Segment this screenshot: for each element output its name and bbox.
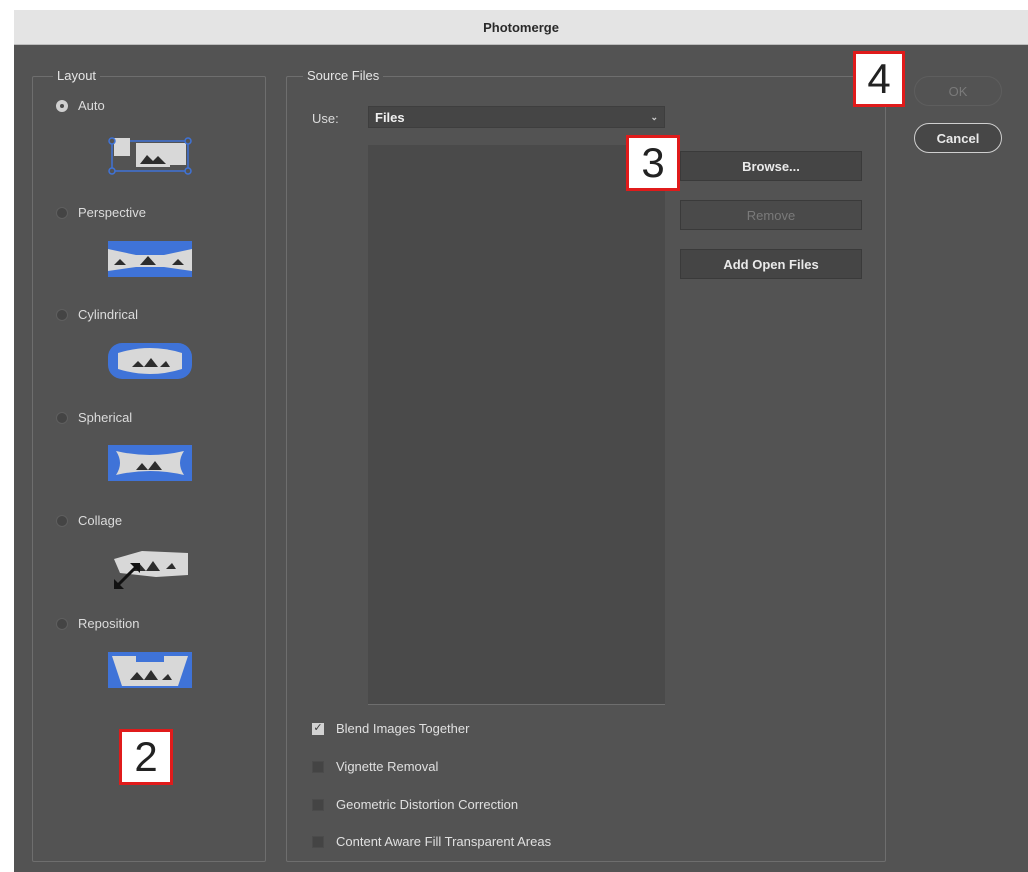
reposition-radio[interactable]	[56, 617, 68, 630]
perspective-radio[interactable]	[56, 206, 68, 219]
cylindrical-label: Cylindrical	[78, 307, 138, 322]
vignette-removal-option[interactable]: Vignette Removal	[312, 759, 438, 774]
vignette-removal-checkbox[interactable]	[312, 760, 324, 773]
perspective-layout-icon[interactable]	[106, 237, 194, 281]
layout-option-auto[interactable]: Auto	[56, 98, 105, 113]
content-aware-fill-option[interactable]: Content Aware Fill Transparent Areas	[312, 834, 551, 849]
add-open-files-button[interactable]: Add Open Files	[680, 249, 862, 279]
geometric-distortion-option[interactable]: Geometric Distortion Correction	[312, 797, 518, 812]
reposition-label: Reposition	[78, 616, 140, 631]
use-dropdown-value: Files	[375, 109, 405, 125]
cylindrical-layout-icon[interactable]	[106, 339, 194, 383]
layout-option-collage[interactable]: Collage	[56, 513, 122, 528]
geometric-distortion-label: Geometric Distortion Correction	[336, 797, 519, 812]
cancel-button[interactable]: Cancel	[914, 123, 1002, 153]
spherical-layout-icon[interactable]	[106, 441, 194, 485]
photomerge-dialog: Layout Auto Perspective Cylindrical Sphe…	[14, 45, 1028, 872]
vignette-removal-label: Vignette Removal	[336, 759, 439, 774]
geometric-distortion-checkbox[interactable]	[312, 798, 324, 811]
window-titlebar: Photomerge	[14, 10, 1028, 45]
reposition-layout-icon[interactable]	[106, 648, 194, 692]
browse-button[interactable]: Browse...	[680, 151, 862, 181]
remove-button[interactable]: Remove	[680, 200, 862, 230]
window-title: Photomerge	[483, 19, 559, 35]
auto-radio[interactable]	[56, 99, 68, 112]
content-aware-fill-checkbox[interactable]	[312, 835, 324, 848]
layout-option-reposition[interactable]: Reposition	[56, 616, 139, 631]
use-label: Use:	[312, 111, 339, 126]
layout-option-spherical[interactable]: Spherical	[56, 410, 132, 425]
spherical-radio[interactable]	[56, 411, 68, 424]
layout-option-cylindrical[interactable]: Cylindrical	[56, 307, 138, 322]
perspective-label: Perspective	[78, 205, 146, 220]
cylindrical-radio[interactable]	[56, 308, 68, 321]
layout-legend: Layout	[53, 68, 101, 83]
collage-radio[interactable]	[56, 514, 68, 527]
collage-layout-icon[interactable]	[106, 545, 194, 589]
auto-layout-icon[interactable]	[106, 133, 194, 177]
blend-images-checkbox[interactable]: ✓	[312, 722, 324, 735]
source-files-legend: Source Files	[303, 68, 384, 83]
auto-label: Auto	[78, 98, 105, 113]
content-aware-fill-label: Content Aware Fill Transparent Areas	[336, 834, 552, 849]
use-dropdown[interactable]: Files ⌄	[368, 106, 665, 128]
blend-images-label: Blend Images Together	[336, 721, 470, 736]
chevron-down-icon: ⌄	[650, 111, 658, 122]
spherical-label: Spherical	[78, 410, 133, 425]
annotation-marker-2: 2	[119, 729, 173, 785]
blend-images-option[interactable]: ✓ Blend Images Together	[312, 721, 469, 736]
ok-button[interactable]: OK	[914, 76, 1002, 106]
source-file-list[interactable]	[368, 145, 665, 705]
annotation-marker-4: 4	[853, 51, 905, 107]
layout-option-perspective[interactable]: Perspective	[56, 205, 146, 220]
collage-label: Collage	[78, 513, 123, 528]
annotation-marker-3: 3	[626, 135, 680, 191]
